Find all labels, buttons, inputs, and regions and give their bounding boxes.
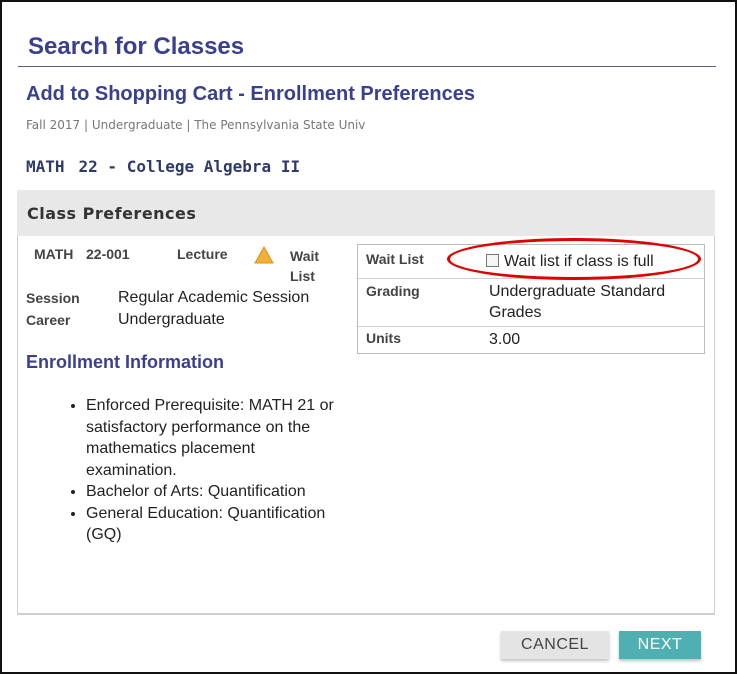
section-number: 22-001 — [86, 246, 130, 262]
course-subject: MATH — [26, 157, 65, 176]
grading-value: Undergraduate Standard Grades — [489, 283, 666, 321]
term-info: Fall 2017 | Undergraduate | The Pennsylv… — [26, 118, 366, 132]
class-preferences-title: Class Preferences — [27, 204, 197, 223]
units-label: Units — [366, 330, 401, 346]
enrollment-info-heading: Enrollment Information — [26, 352, 224, 372]
next-button[interactable]: NEXT — [619, 631, 701, 659]
page-subtitle: Add to Shopping Cart - Enrollment Prefer… — [26, 83, 475, 105]
footer-divider — [17, 614, 715, 615]
list-item: General Education: Quantification (GQ) — [86, 503, 338, 546]
class-preferences-header: Class Preferences — [17, 190, 715, 236]
course-number-title: 22 - College Algebra II — [78, 157, 301, 176]
title-divider — [18, 66, 716, 67]
list-item: Bachelor of Arts: Quantification — [86, 481, 338, 503]
enrollment-info-list: Enforced Prerequisite: MATH 21 or satisf… — [68, 395, 338, 546]
warning-triangle-icon — [254, 246, 274, 264]
grading-label: Grading — [366, 283, 420, 299]
waitlist-label: Wait List — [366, 251, 424, 267]
list-item: Enforced Prerequisite: MATH 21 or satisf… — [86, 395, 338, 481]
career-value: Undergraduate — [118, 311, 225, 328]
units-row: Units 3.00 — [358, 327, 704, 353]
section-status: Wait List — [290, 248, 320, 284]
career-label: Career — [26, 312, 71, 328]
units-value: 3.00 — [489, 331, 521, 348]
section-subject: MATH — [34, 246, 74, 262]
course-title: MATH 22 - College Algebra II — [26, 157, 300, 176]
grading-row: Grading Undergraduate Standard Grades — [358, 279, 704, 327]
cancel-button[interactable]: CANCEL — [501, 631, 609, 659]
session-label: Session — [26, 290, 80, 306]
page-title: Search for Classes — [28, 33, 245, 60]
session-value: Regular Academic Session — [118, 289, 310, 306]
section-component: Lecture — [177, 246, 228, 262]
annotation-highlight-ellipse — [447, 238, 701, 280]
